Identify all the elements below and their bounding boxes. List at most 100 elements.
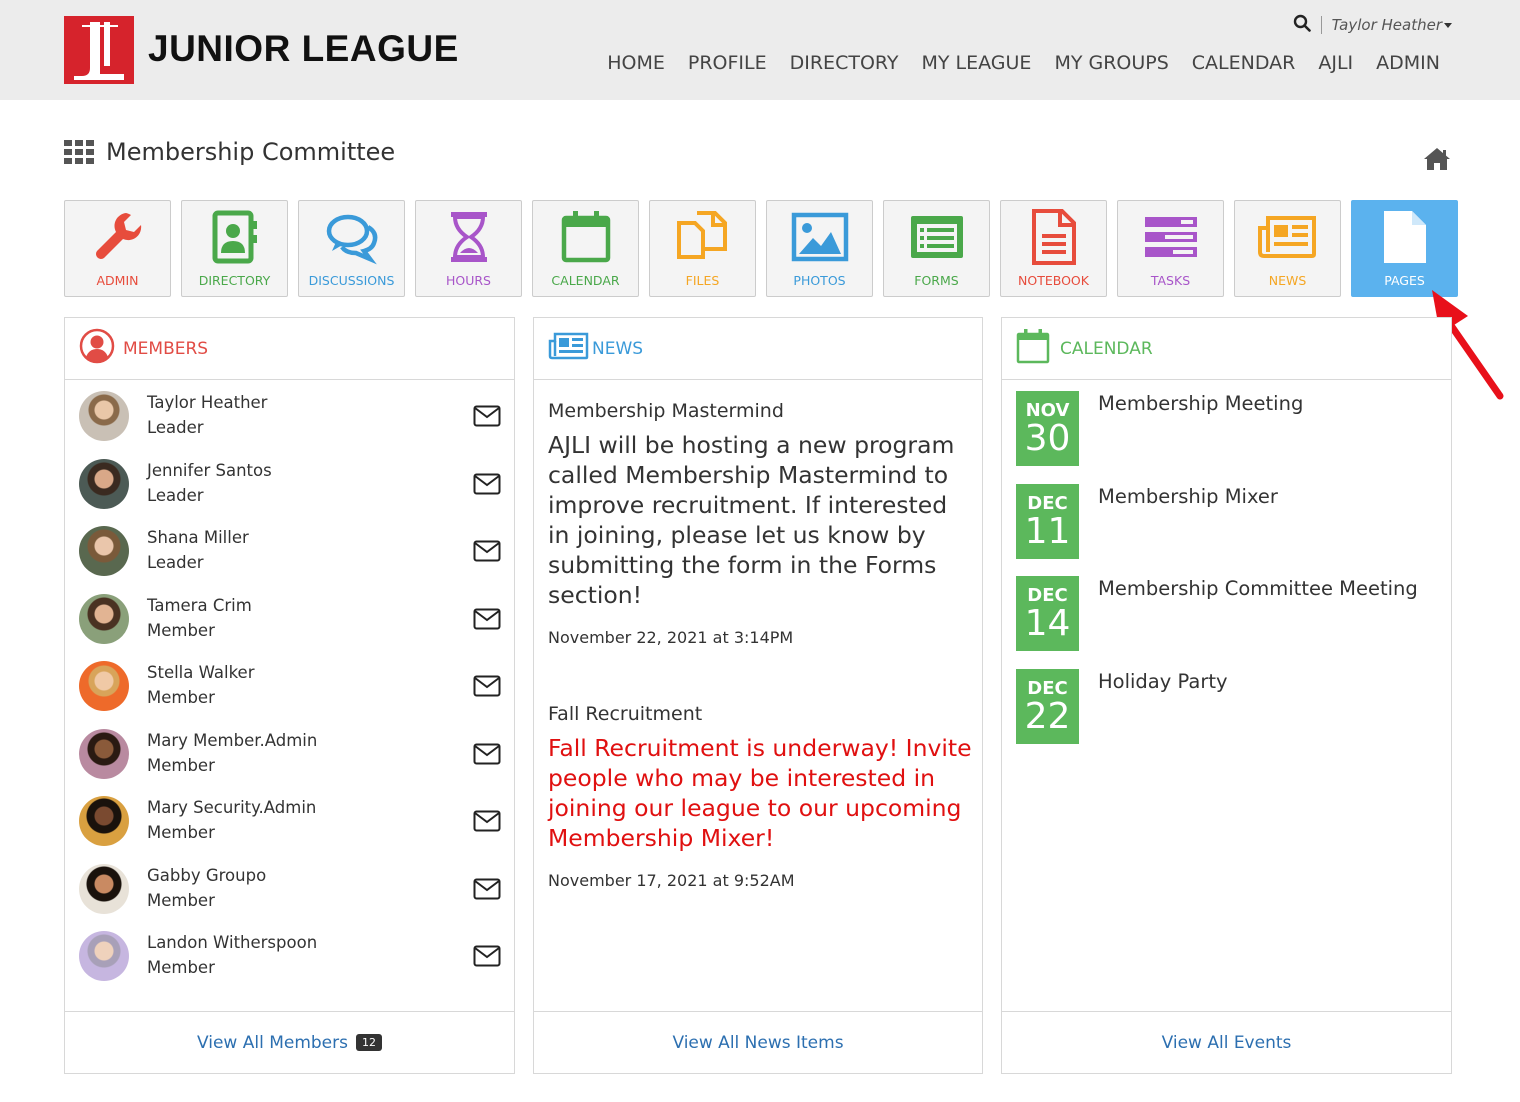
members-title: MEMBERS <box>123 338 209 359</box>
tool-label: NEWS <box>1268 273 1307 288</box>
calendar-header: CALENDAR <box>1002 318 1451 380</box>
envelope-icon[interactable] <box>473 878 501 904</box>
user-name: Taylor Heather <box>1331 16 1442 34</box>
avatar[interactable] <box>79 931 129 981</box>
utility-bar: Taylor Heather <box>1293 14 1452 36</box>
form-icon <box>907 209 967 265</box>
nav-calendar[interactable]: CALENDAR <box>1192 52 1296 74</box>
member-name[interactable]: Stella Walker <box>147 663 254 682</box>
tool-label: FILES <box>685 273 720 288</box>
nav-ajli[interactable]: AJLI <box>1318 52 1353 74</box>
envelope-icon[interactable] <box>473 473 501 499</box>
nav-admin[interactable]: ADMIN <box>1376 52 1440 74</box>
main-nav: HOME PROFILE DIRECTORY MY LEAGUE MY GROU… <box>607 52 1440 74</box>
event-item[interactable]: NOV 30 Membership Meeting <box>1016 391 1436 467</box>
envelope-icon[interactable] <box>473 405 501 431</box>
member-name[interactable]: Gabby Groupo <box>147 866 266 885</box>
news-item-date: November 17, 2021 at 9:52AM <box>548 871 795 890</box>
event-name[interactable]: Membership Mixer <box>1098 485 1278 508</box>
divider <box>1320 16 1322 34</box>
member-name[interactable]: Tamera Crim <box>147 596 252 615</box>
news-item-title[interactable]: Fall Recruitment <box>548 703 972 725</box>
tool-label: PAGES <box>1384 273 1425 288</box>
member-name[interactable]: Mary Security.Admin <box>147 798 316 817</box>
event-item[interactable]: DEC 14 Membership Committee Meeting <box>1016 576 1436 652</box>
tasks-icon <box>1141 209 1201 265</box>
avatar[interactable] <box>79 729 129 779</box>
avatar[interactable] <box>79 864 129 914</box>
notebook-icon <box>1024 209 1084 265</box>
home-icon[interactable] <box>1422 146 1452 176</box>
avatar[interactable] <box>79 661 129 711</box>
list-item: Landon Witherspoon Member <box>79 931 501 991</box>
tool-news[interactable]: NEWS <box>1234 200 1341 297</box>
event-name[interactable]: Holiday Party <box>1098 670 1228 693</box>
list-item: Stella Walker Member <box>79 661 501 721</box>
view-all-news-link[interactable]: View All News Items <box>672 1033 843 1053</box>
event-item[interactable]: DEC 11 Membership Mixer <box>1016 484 1436 560</box>
envelope-icon[interactable] <box>473 945 501 971</box>
tool-hours[interactable]: HOURS <box>415 200 522 297</box>
tool-discussions[interactable]: DISCUSSIONS <box>298 200 405 297</box>
envelope-icon[interactable] <box>473 675 501 701</box>
tool-forms[interactable]: FORMS <box>883 200 990 297</box>
event-day: 14 <box>1024 603 1071 644</box>
nav-profile[interactable]: PROFILE <box>688 52 767 74</box>
event-item[interactable]: DEC 22 Holiday Party <box>1016 669 1436 745</box>
tool-admin[interactable]: ADMIN <box>64 200 171 297</box>
members-panel: MEMBERS Taylor Heather Leader Jennifer S… <box>64 317 515 1074</box>
tool-photos[interactable]: PHOTOS <box>766 200 873 297</box>
news-header: NEWS <box>534 318 982 380</box>
event-name[interactable]: Membership Committee Meeting <box>1098 577 1418 600</box>
event-name[interactable]: Membership Meeting <box>1098 392 1303 415</box>
member-count-badge: 12 <box>356 1034 382 1051</box>
news-item-title[interactable]: Membership Mastermind <box>548 400 972 422</box>
calendar-icon <box>1016 328 1050 369</box>
tool-tasks[interactable]: TASKS <box>1117 200 1224 297</box>
tool-notebook[interactable]: NOTEBOOK <box>1000 200 1107 297</box>
tool-label: TASKS <box>1150 273 1191 288</box>
avatar[interactable] <box>79 526 129 576</box>
member-role: Leader <box>147 418 204 437</box>
member-name[interactable]: Mary Member.Admin <box>147 731 317 750</box>
avatar[interactable] <box>79 796 129 846</box>
member-name[interactable]: Taylor Heather <box>147 393 267 412</box>
tool-pages[interactable]: PAGES <box>1351 200 1458 297</box>
envelope-icon[interactable] <box>473 540 501 566</box>
tool-label: ADMIN <box>96 273 139 288</box>
junior-league-logo[interactable] <box>64 16 134 84</box>
search-icon[interactable] <box>1293 14 1311 36</box>
tool-calendar[interactable]: CALENDAR <box>532 200 639 297</box>
event-day: 22 <box>1024 696 1071 737</box>
nav-home[interactable]: HOME <box>607 52 665 74</box>
event-date-badge: DEC 11 <box>1016 484 1079 559</box>
member-role: Member <box>147 823 215 842</box>
list-item: Tamera Crim Member <box>79 594 501 654</box>
tool-directory[interactable]: DIRECTORY <box>181 200 288 297</box>
member-name[interactable]: Landon Witherspoon <box>147 933 317 952</box>
page-title-row: Membership Committee <box>64 138 395 166</box>
list-item: Mary Member.Admin Member <box>79 729 501 789</box>
tool-files[interactable]: FILES <box>649 200 756 297</box>
view-all-members-link[interactable]: View All Members <box>197 1033 348 1053</box>
news-item-date: November 22, 2021 at 3:14PM <box>548 628 794 647</box>
news-item-body: Fall Recruitment is underway! Invite peo… <box>548 734 972 852</box>
envelope-icon[interactable] <box>473 810 501 836</box>
member-name[interactable]: Jennifer Santos <box>147 461 272 480</box>
envelope-icon[interactable] <box>473 608 501 634</box>
chat-bubbles-icon <box>322 209 382 265</box>
avatar[interactable] <box>79 594 129 644</box>
newspaper-icon <box>548 331 590 366</box>
member-role: Member <box>147 688 215 707</box>
user-menu[interactable]: Taylor Heather <box>1332 16 1452 34</box>
member-name[interactable]: Shana Miller <box>147 528 249 547</box>
nav-directory[interactable]: DIRECTORY <box>790 52 899 74</box>
nav-my-league[interactable]: MY LEAGUE <box>922 52 1032 74</box>
avatar[interactable] <box>79 459 129 509</box>
view-all-events-link[interactable]: View All Events <box>1162 1033 1292 1053</box>
envelope-icon[interactable] <box>473 743 501 769</box>
grid-icon <box>64 140 94 164</box>
nav-my-groups[interactable]: MY GROUPS <box>1054 52 1168 74</box>
avatar[interactable] <box>79 391 129 441</box>
tool-label: FORMS <box>914 273 959 288</box>
